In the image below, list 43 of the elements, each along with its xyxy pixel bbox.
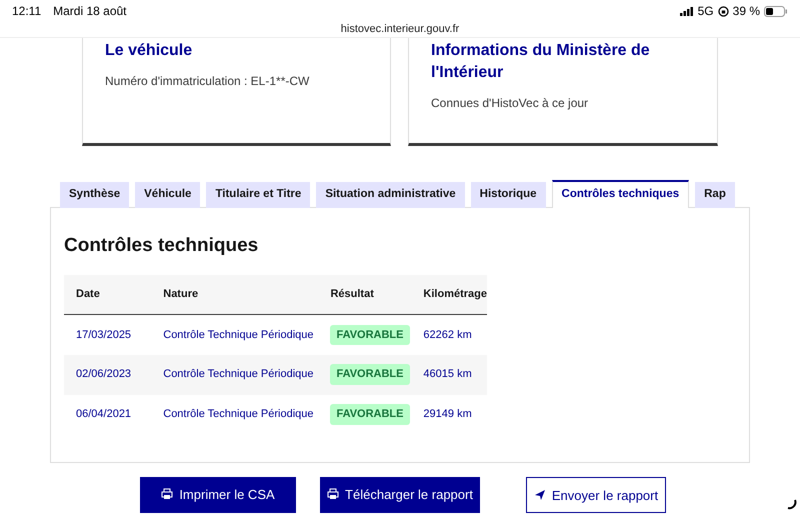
signal-icon — [680, 6, 694, 16]
panel-title: Contrôles techniques — [64, 234, 260, 258]
send-icon — [534, 489, 546, 501]
action-button[interactable]: Télécharger le rapport — [320, 477, 480, 513]
column-header: Date — [64, 274, 152, 314]
table-cell: Contrôle Technique Périodique — [151, 394, 318, 434]
tab[interactable]: Titulaire et Titre — [206, 182, 310, 208]
result-badge: FAVORABLE — [330, 364, 410, 385]
result-badge: FAVORABLE — [330, 324, 410, 345]
table-cell: 29149 km — [411, 394, 487, 434]
card-title: Le véhicule — [105, 41, 194, 61]
battery-icon — [764, 6, 788, 16]
tab[interactable]: Situation administrative — [316, 182, 465, 208]
card-text: Connues d'HistoVec à ce jour — [431, 95, 590, 112]
printer-icon — [327, 488, 340, 500]
table-cell: 62262 km — [411, 314, 487, 354]
status-time: 12:11 — [12, 3, 42, 20]
table-cell: Contrôle Technique Périodique — [151, 354, 318, 394]
table-cell: Contrôle Technique Périodique — [151, 314, 318, 354]
table-cell: 06/04/2021 — [64, 394, 152, 434]
column-header: Kilométrage — [411, 274, 487, 314]
tab[interactable]: Rap — [695, 182, 735, 208]
column-header: Résultat — [318, 274, 412, 314]
result-badge: FAVORABLE — [330, 404, 410, 425]
table-cell: 17/03/2025 — [64, 314, 152, 354]
status-date: Mardi 18 août — [53, 3, 127, 20]
action-button[interactable]: Envoyer le rapport — [526, 477, 666, 513]
table-cell: 02/06/2023 — [64, 354, 152, 394]
tab[interactable]: Historique — [470, 182, 546, 208]
tab[interactable]: Contrôles techniques — [552, 180, 690, 208]
battery-percent: 39 % — [732, 3, 760, 20]
printer-icon — [161, 488, 174, 500]
tab[interactable]: Synthèse — [60, 182, 130, 208]
column-header: Nature — [151, 274, 318, 314]
tab[interactable]: Véhicule — [135, 182, 200, 208]
url-text: histovec.interieur.gouv.fr — [340, 22, 460, 38]
card-text: Numéro d'immatriculation : EL-1**-CW — [105, 73, 310, 90]
loading-spinner-icon — [785, 498, 797, 510]
network-label: 5G — [698, 3, 714, 20]
card-title: Informations du Ministère de l'Intérieur — [431, 41, 651, 83]
table-cell: 46015 km — [411, 354, 487, 394]
rotation-lock-icon — [718, 6, 729, 16]
action-button[interactable]: Imprimer le CSA — [140, 477, 296, 513]
